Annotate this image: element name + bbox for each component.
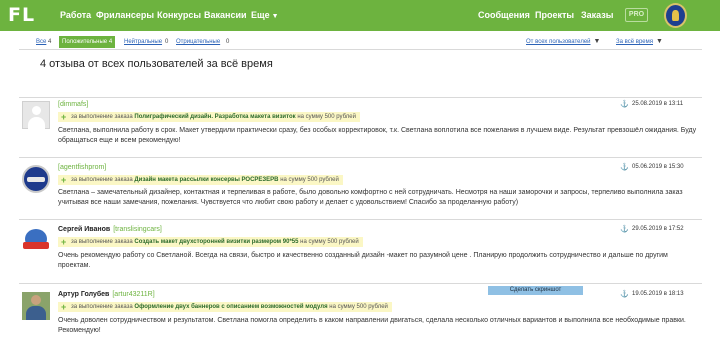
user-avatar[interactable] xyxy=(664,3,687,28)
order-tag-prefix: за выполнение заказа xyxy=(71,114,133,120)
filter-positive-label: Положительные xyxy=(62,39,108,45)
order-title[interactable]: Дизайн макета рассылки консервы РОСРЕЗЕР… xyxy=(134,177,278,183)
plus-icon: + xyxy=(61,175,67,185)
period-dropdown[interactable]: За всё время ▼ xyxy=(616,36,663,48)
order-title[interactable]: Оформление двух баннеров с описанием воз… xyxy=(134,304,327,310)
anchor-icon[interactable]: ⚓ xyxy=(620,225,629,234)
reviewer-full-name[interactable]: Сергей Иванов xyxy=(58,226,110,233)
review-filters: Все 4 Положительные 4 Нейтральные 0 Отри… xyxy=(0,36,720,48)
reviewer-full-name[interactable]: Артур Голубев xyxy=(58,291,109,298)
reviewer-avatar[interactable] xyxy=(22,227,50,255)
nav-projects[interactable]: Проекты xyxy=(535,0,574,31)
nav-contests[interactable]: Конкурсы xyxy=(157,0,201,31)
plus-icon: + xyxy=(61,237,67,247)
nav-messages[interactable]: Сообщения xyxy=(478,0,530,31)
take-screenshot-button[interactable]: Сделать скриншот xyxy=(488,286,583,295)
order-title[interactable]: Полиграфический дизайн. Разработка макет… xyxy=(134,114,295,120)
order-tag: + за выполнение заказа Оформление двух ба… xyxy=(58,302,392,312)
filter-negative-count: 0 xyxy=(226,39,230,45)
chevron-down-icon: ▼ xyxy=(656,38,663,45)
reviewer-login[interactable]: [agentfishprom] xyxy=(58,164,106,171)
review-text: Светлана, выполнила работу в срок. Макет… xyxy=(58,127,697,144)
filter-positive-count: 4 xyxy=(108,39,113,45)
page-title: 4 отзыва от всех пользователей за всё вр… xyxy=(40,58,273,70)
filter-all-count: 4 xyxy=(48,39,52,45)
nav-more-label: Еще xyxy=(251,10,270,20)
reviewer-avatar[interactable] xyxy=(22,165,50,193)
review-text: Очень рекомендую работу со Светланой. Вс… xyxy=(58,252,668,269)
anchor-icon[interactable]: ⚓ xyxy=(620,100,629,109)
reviewer-name: Артур Голубев [artur43211R] xyxy=(58,290,155,299)
nav-freelancers[interactable]: Фрилансеры xyxy=(96,0,154,31)
filter-negative[interactable]: Отрицательные xyxy=(176,36,220,48)
from-users-dropdown[interactable]: От всех пользователей ▼ xyxy=(526,36,600,48)
reviewer-name: [agentfishprom] xyxy=(58,163,106,172)
filter-neutral[interactable]: Нейтральные xyxy=(124,36,162,48)
nav-vacancies[interactable]: Вакансии xyxy=(204,0,247,31)
review-text: Очень доволен сотрудничеством и результа… xyxy=(58,317,686,334)
order-tag-suffix: на сумму 500 рублей xyxy=(329,304,388,310)
order-tag-prefix: за выполнение заказа xyxy=(71,177,133,183)
reviewer-name: Сергей Иванов [translisingcars] xyxy=(58,225,162,234)
anchor-icon[interactable]: ⚓ xyxy=(620,163,629,172)
reviewer-login[interactable]: [artur43211R] xyxy=(112,291,154,298)
period-label: За всё время xyxy=(616,39,653,45)
order-tag-suffix: на сумму 500 рублей xyxy=(300,239,359,245)
chevron-down-icon: ▼ xyxy=(271,13,279,20)
review-date: 29.05.2019 в 17:52 xyxy=(632,226,684,232)
reviewer-avatar[interactable] xyxy=(22,101,50,129)
review-date: 19.05.2019 в 18:13 xyxy=(632,291,684,297)
filter-neutral-count: 0 xyxy=(165,39,169,45)
divider xyxy=(19,97,702,98)
divider xyxy=(19,157,702,158)
reviewer-login[interactable]: [translisingcars] xyxy=(113,226,162,233)
site-logo[interactable]: FL xyxy=(8,5,44,25)
chevron-down-icon: ▼ xyxy=(593,38,601,45)
review-date: 25.08.2019 в 13:11 xyxy=(632,101,684,107)
order-tag-suffix: на сумму 500 рублей xyxy=(297,114,356,120)
from-users-label: От всех пользователей xyxy=(526,39,591,45)
review-date: 05.06.2019 в 15:30 xyxy=(632,164,684,170)
nav-work[interactable]: Работа xyxy=(60,0,91,31)
anchor-icon[interactable]: ⚓ xyxy=(620,290,629,299)
review-text: Светлана – замечательный дизайнер, конта… xyxy=(58,189,683,206)
filter-positive[interactable]: Положительные 4 xyxy=(59,36,116,48)
order-tag-prefix: за выполнение заказа xyxy=(71,304,133,310)
order-tag: + за выполнение заказа Дизайн макета расс… xyxy=(58,175,343,185)
divider xyxy=(19,283,702,284)
reviewer-name: [dimmafs] xyxy=(58,100,88,109)
nav-more[interactable]: Еще ▼ xyxy=(251,0,279,31)
order-tag: + за выполнение заказа Полиграфический ди… xyxy=(58,112,360,122)
plus-icon: + xyxy=(61,112,67,122)
filter-all[interactable]: Все xyxy=(36,36,46,48)
pro-badge[interactable]: PRO xyxy=(625,8,648,22)
order-title[interactable]: Создать макет двухсторонней визитки разм… xyxy=(134,239,298,245)
order-tag-prefix: за выполнение заказа xyxy=(71,239,133,245)
reviewer-avatar[interactable] xyxy=(22,292,50,320)
plus-icon: + xyxy=(61,302,67,312)
order-tag: + за выполнение заказа Создать макет двух… xyxy=(58,237,363,247)
divider xyxy=(19,219,702,220)
top-navbar: FL Работа Фрилансеры Конкурсы Вакансии Е… xyxy=(0,0,720,31)
reviewer-login[interactable]: [dimmafs] xyxy=(58,101,88,108)
nav-orders[interactable]: Заказы xyxy=(581,0,613,31)
divider xyxy=(19,49,702,50)
order-tag-suffix: на сумму 500 рублей xyxy=(280,177,339,183)
